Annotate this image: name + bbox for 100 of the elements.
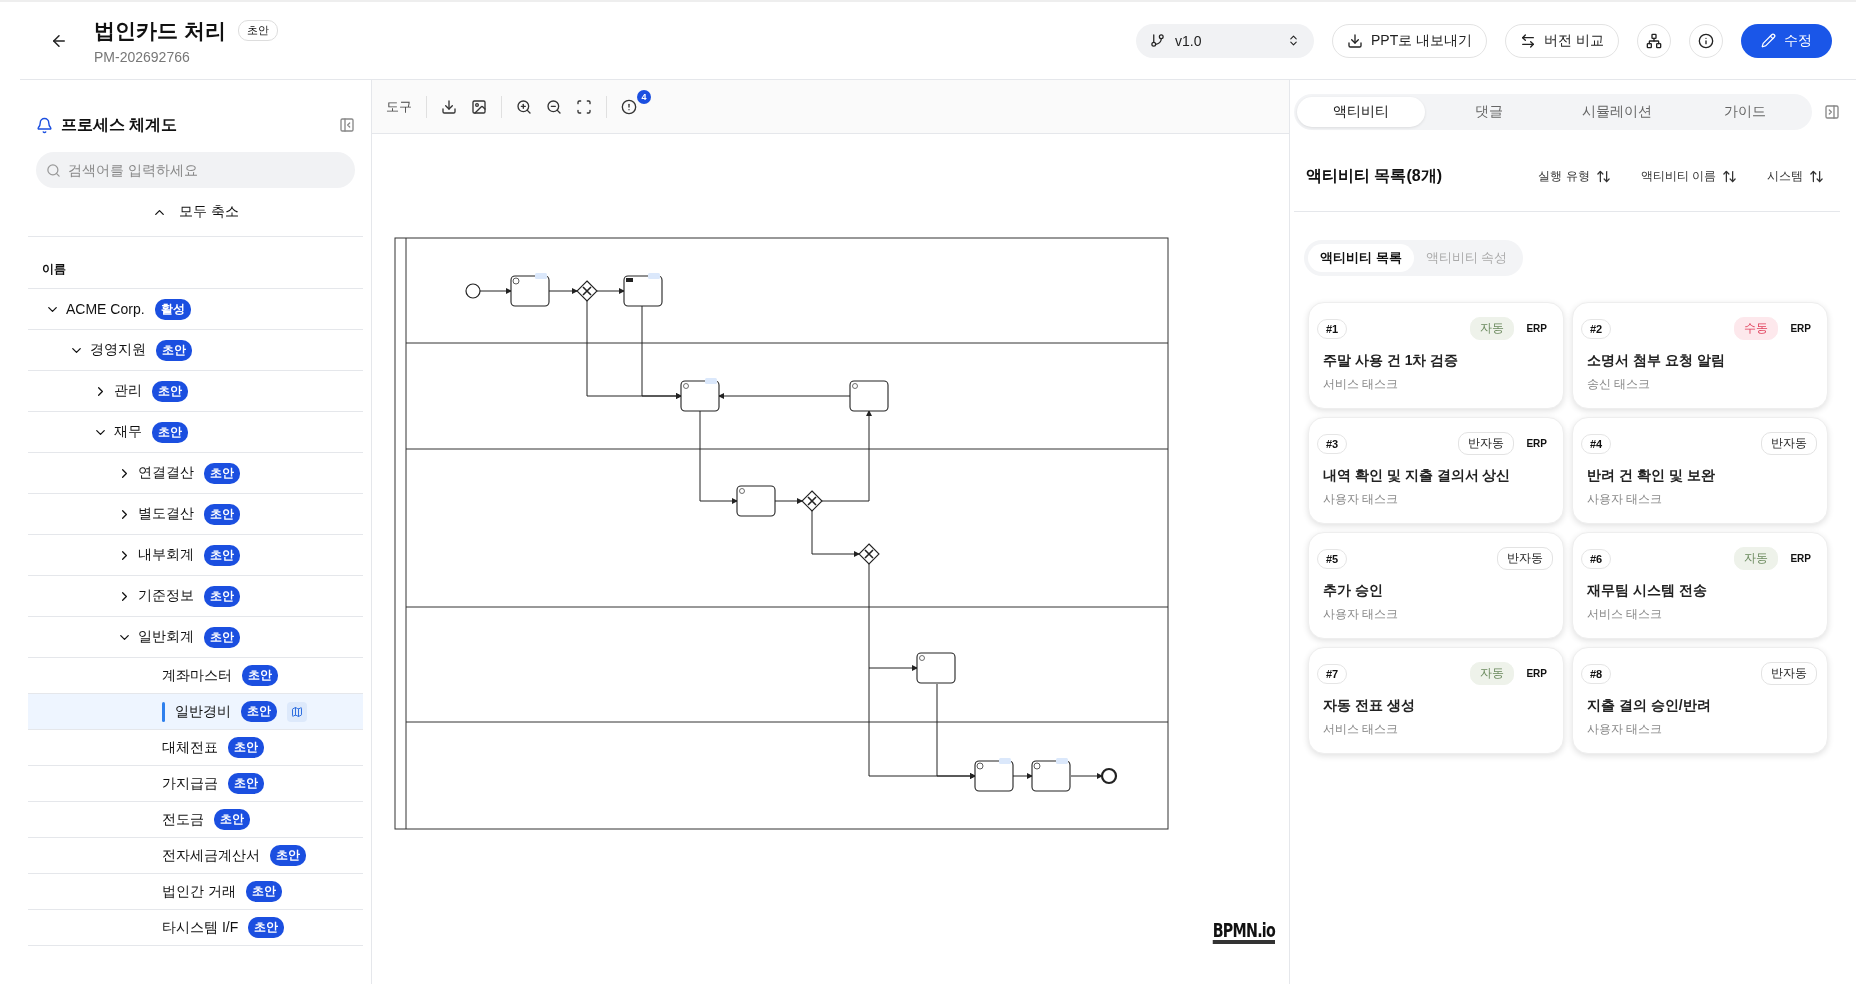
zoom-in-icon[interactable] bbox=[516, 98, 532, 115]
bell-icon bbox=[36, 116, 53, 134]
activity-card[interactable]: #6 자동 ERP 재무팀 시스템 전송 서비스 태스크 bbox=[1572, 532, 1828, 639]
toolbar-label: 도구 bbox=[386, 97, 412, 116]
image-icon[interactable] bbox=[471, 98, 487, 115]
gateway-node bbox=[576, 280, 598, 302]
count-badge: 4 bbox=[637, 89, 651, 104]
flow-arrow bbox=[1070, 773, 1103, 779]
panel-tab[interactable]: 액티비티 bbox=[1297, 97, 1425, 127]
activity-card[interactable]: #8 반자동 지출 결의 승인/반려 사용자 태스크 bbox=[1572, 647, 1828, 754]
task-node bbox=[510, 273, 550, 307]
download-icon[interactable] bbox=[441, 98, 457, 115]
status-badge: 초안 bbox=[241, 701, 277, 722]
tree-item[interactable]: 기준정보 초안 bbox=[28, 576, 363, 617]
collapse-all-button[interactable]: 모두 축소 bbox=[146, 198, 245, 226]
panel-tab[interactable]: 시뮬레이션 bbox=[1553, 97, 1681, 127]
collapse-panel-icon[interactable] bbox=[339, 117, 355, 133]
tree-item-label: 타시스템 I/F bbox=[162, 918, 239, 937]
sort-icon bbox=[1809, 169, 1824, 184]
execution-mode-tag: 자동 bbox=[1734, 547, 1779, 570]
activity-type: 사용자 태스크 bbox=[1322, 606, 1400, 623]
branch-icon bbox=[1150, 33, 1165, 48]
edit-button[interactable]: 수정 bbox=[1741, 23, 1832, 58]
pencil-icon bbox=[1761, 33, 1776, 48]
list-title: 액티비티 목록(8개) bbox=[1306, 166, 1443, 186]
tree-item[interactable]: 일반회계 초안 bbox=[28, 617, 363, 658]
hierarchy-icon[interactable] bbox=[1637, 23, 1671, 58]
flow-arrow bbox=[774, 498, 803, 504]
flow-arrow bbox=[596, 288, 625, 294]
tree-item[interactable]: 별도결산 초안 bbox=[28, 494, 363, 535]
execution-mode-tag: 반자동 bbox=[1761, 662, 1817, 685]
tree-item[interactable]: 관리 초안 bbox=[28, 371, 363, 412]
info-icon[interactable] bbox=[1689, 23, 1723, 58]
execution-mode-tag: 반자동 bbox=[1458, 432, 1515, 455]
activity-name: 지출 결의 승인/반려 bbox=[1586, 697, 1712, 715]
status-badge: 초안 bbox=[204, 503, 240, 525]
sort-button[interactable]: 액티비티 이름 bbox=[1640, 168, 1737, 185]
activity-name: 자동 전표 생성 bbox=[1322, 697, 1416, 715]
tree-item[interactable]: 타시스템 I/F 초안 bbox=[28, 910, 363, 946]
task-node bbox=[1031, 758, 1071, 792]
gateway-node bbox=[858, 543, 880, 565]
activity-name: 내역 확인 및 지출 결의서 상신 bbox=[1322, 467, 1512, 485]
tree-item[interactable]: 내부회계 초안 bbox=[28, 535, 363, 576]
activity-card[interactable]: #2 수동 ERP 소명서 첨부 요청 알림 송신 태스크 bbox=[1572, 302, 1828, 409]
tree-item-label: 일반경비 bbox=[175, 702, 231, 721]
compare-button[interactable]: 버전 비교 bbox=[1505, 23, 1619, 58]
status-badge: 초안 bbox=[204, 462, 240, 484]
tree-item[interactable]: 전자세금계산서 초안 bbox=[28, 838, 363, 874]
version-select[interactable]: v1.0 bbox=[1136, 23, 1314, 58]
panel-tab[interactable]: 댓글 bbox=[1425, 97, 1553, 127]
tree-item-label: 재무 bbox=[114, 423, 142, 441]
search-field[interactable]: 검색어를 입력하세요 bbox=[36, 152, 355, 188]
status-badge: 초안 bbox=[204, 626, 240, 648]
activity-card[interactable]: #4 반자동 반려 건 확인 및 보완 사용자 태스크 bbox=[1572, 417, 1828, 524]
status-badge: 초안 bbox=[204, 585, 240, 607]
activity-card[interactable]: #7 자동 ERP 자동 전표 생성 서비스 태스크 bbox=[1308, 647, 1564, 754]
execution-mode-tag: 자동 bbox=[1470, 317, 1515, 340]
activity-name: 추가 승인 bbox=[1322, 582, 1384, 600]
process-code: PM-202692766 bbox=[94, 48, 191, 65]
task-node bbox=[974, 758, 1014, 792]
status-badge: 활성 bbox=[154, 298, 191, 320]
status-badge: 초안 bbox=[228, 773, 264, 794]
panel-tab[interactable]: 가이드 bbox=[1681, 97, 1809, 127]
execution-mode-tag: 자동 bbox=[1470, 662, 1515, 685]
tree-item[interactable]: ACME Corp. 활성 bbox=[28, 289, 363, 330]
tree-item[interactable]: 일반경비 초안 bbox=[28, 694, 363, 730]
map-icon[interactable] bbox=[287, 701, 307, 722]
tree-item[interactable]: 연결결산 초안 bbox=[28, 453, 363, 494]
tree-item[interactable]: 법인간 거래 초안 bbox=[28, 874, 363, 910]
collapse-panel-icon[interactable] bbox=[1824, 104, 1840, 120]
sort-button[interactable]: 시스템 bbox=[1767, 168, 1824, 185]
alert-icon[interactable] bbox=[621, 98, 637, 115]
tree-item[interactable]: 가지급금 초안 bbox=[28, 766, 363, 802]
column-header: 이름 bbox=[28, 236, 363, 289]
task-node bbox=[736, 485, 776, 517]
system-label: ERP bbox=[1526, 438, 1547, 449]
activity-card[interactable]: #1 자동 ERP 주말 사용 건 1차 검증 서비스 태스크 bbox=[1308, 302, 1564, 409]
export-button[interactable]: PPT로 내보내기 bbox=[1332, 23, 1488, 58]
activity-name: 소명서 첨부 요청 알림 bbox=[1586, 352, 1726, 370]
tree-item[interactable]: 재무 초안 bbox=[28, 412, 363, 453]
tree-item[interactable]: 전도금 초안 bbox=[28, 802, 363, 838]
activity-card[interactable]: #3 반자동 ERP 내역 확인 및 지출 결의서 상신 사용자 태스크 bbox=[1308, 417, 1564, 524]
fit-screen-icon[interactable] bbox=[576, 98, 592, 115]
activity-type: 서비스 태스크 bbox=[1586, 606, 1664, 623]
view-toggle[interactable]: 액티비티 목록 bbox=[1308, 244, 1414, 272]
status-badge: 초안 bbox=[228, 737, 264, 758]
tree-item[interactable]: 경영지원 초안 bbox=[28, 330, 363, 371]
activity-card[interactable]: #5 반자동 추가 승인 사용자 태스크 bbox=[1308, 532, 1564, 639]
activity-name: 재무팀 시스템 전송 bbox=[1586, 582, 1708, 600]
tree-item-label: 연결결산 bbox=[138, 464, 194, 482]
activity-type: 서비스 태스크 bbox=[1322, 376, 1400, 393]
sort-button[interactable]: 실행 유형 bbox=[1538, 168, 1611, 185]
tree-item-label: 계좌마스터 bbox=[162, 666, 232, 685]
tree-item[interactable]: 대체전표 초안 bbox=[28, 730, 363, 766]
zoom-out-icon[interactable] bbox=[546, 98, 562, 115]
execution-mode-tag: 반자동 bbox=[1761, 432, 1817, 455]
status-badge: 초안 bbox=[237, 20, 278, 41]
flow-arrow bbox=[479, 288, 512, 294]
selection-bar bbox=[162, 701, 165, 722]
task-node bbox=[680, 378, 720, 412]
